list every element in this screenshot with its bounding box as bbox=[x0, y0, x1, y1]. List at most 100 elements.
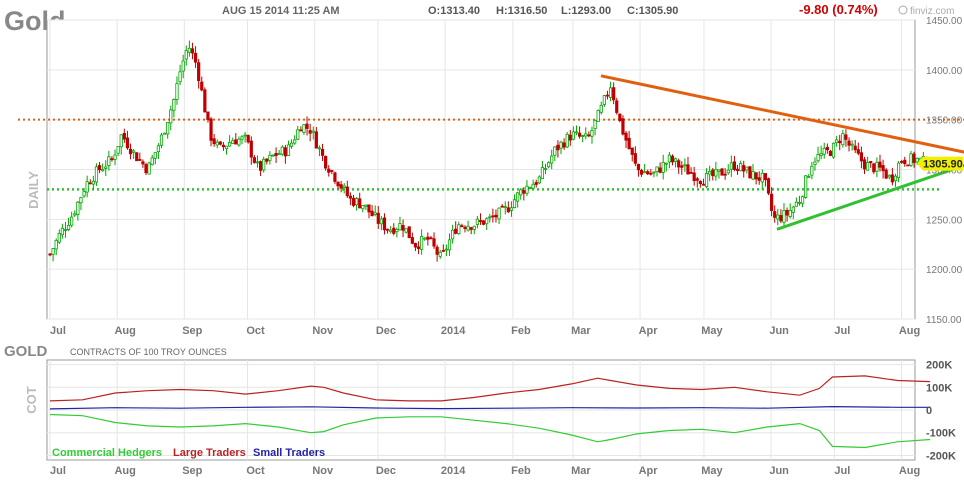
candle-body bbox=[286, 144, 291, 156]
candle-body bbox=[101, 169, 105, 172]
candle-body bbox=[596, 109, 600, 123]
candle-body bbox=[841, 133, 845, 146]
candle-body bbox=[658, 167, 662, 173]
candle-body bbox=[850, 143, 854, 146]
candle-body bbox=[915, 157, 919, 163]
candle-body bbox=[432, 238, 436, 247]
candle-body bbox=[407, 226, 411, 239]
candle-body bbox=[339, 184, 343, 189]
candle-body bbox=[485, 218, 489, 225]
candle-body bbox=[184, 50, 188, 60]
candle-body bbox=[497, 207, 501, 220]
candle-body bbox=[128, 148, 133, 155]
quote-close: C:1305.90 bbox=[627, 5, 678, 17]
candle-body bbox=[605, 94, 610, 97]
candle-body bbox=[398, 223, 402, 231]
candle-body bbox=[797, 202, 802, 204]
cot-y-tick-label: 200K bbox=[926, 360, 952, 372]
cot-y-axis: 200K 100K 0 -100K -200K bbox=[926, 360, 956, 463]
candle-body bbox=[735, 168, 740, 171]
candle-body bbox=[751, 171, 755, 180]
candle-body bbox=[441, 249, 445, 252]
quote-datetime: AUG 15 2014 11:25 AM bbox=[222, 5, 340, 17]
candle-body bbox=[692, 172, 696, 182]
candle-body bbox=[429, 237, 433, 240]
candle-body bbox=[816, 154, 820, 162]
candle-body bbox=[376, 212, 380, 224]
candle-body bbox=[893, 175, 898, 182]
candle-body bbox=[330, 170, 334, 172]
cot-x-axis: Jul Aug Sep Oct Nov Dec 2014 Feb Mar Apr May Jun Jul… bbox=[50, 465, 920, 477]
price-y-axis: 1150.001200.001250.001300.001350.001400.… bbox=[926, 16, 963, 326]
cot-legend-label: Large Traders bbox=[173, 447, 246, 459]
candle-body bbox=[159, 134, 164, 146]
candle-body bbox=[788, 210, 792, 217]
candle-body bbox=[116, 146, 120, 154]
candle-body bbox=[853, 145, 857, 151]
candle-body bbox=[451, 229, 455, 240]
candle-body bbox=[587, 134, 591, 137]
candle-body bbox=[711, 169, 715, 177]
candle-body bbox=[324, 156, 328, 169]
candle-body bbox=[299, 129, 303, 132]
candle-body bbox=[203, 89, 207, 113]
price-x-tick-label: 2014 bbox=[441, 325, 466, 337]
candle-body bbox=[444, 248, 449, 251]
candle-body bbox=[553, 146, 557, 156]
quote-open: O:1313.40 bbox=[428, 5, 480, 17]
candle-body bbox=[416, 246, 421, 249]
candle-body bbox=[420, 235, 424, 250]
candle-body bbox=[667, 154, 672, 163]
candle-body bbox=[677, 160, 681, 168]
candle-body bbox=[249, 140, 253, 158]
candle-body bbox=[664, 162, 668, 165]
candle-body bbox=[342, 185, 346, 188]
candle-body bbox=[819, 153, 823, 156]
price-x-tick-label: Jul bbox=[50, 325, 66, 337]
candle-body bbox=[763, 173, 768, 181]
candle-body bbox=[280, 146, 284, 155]
candle-body bbox=[807, 176, 811, 178]
candle-body bbox=[190, 48, 195, 54]
candle-body bbox=[293, 139, 297, 144]
cot-x-tick-label: Sep bbox=[182, 465, 202, 477]
candle-body bbox=[175, 83, 179, 100]
candle-body bbox=[355, 198, 359, 206]
candle-body bbox=[531, 183, 535, 189]
candle-body bbox=[255, 161, 260, 164]
price-x-tick-label: Aug bbox=[114, 325, 135, 337]
candle-body bbox=[670, 155, 675, 163]
cot-x-tick-label: Apr bbox=[639, 465, 659, 477]
price-y-tick-label: 1200.00 bbox=[926, 265, 963, 276]
candle-body bbox=[881, 165, 885, 172]
candle-body bbox=[364, 204, 368, 207]
candle-body bbox=[395, 229, 399, 233]
candle-body bbox=[466, 225, 470, 231]
cot-title: GOLD bbox=[4, 343, 47, 360]
candle-body bbox=[562, 142, 566, 148]
candle-body bbox=[258, 161, 263, 171]
candle-body bbox=[88, 182, 92, 185]
candle-body bbox=[612, 87, 616, 101]
candle-body bbox=[110, 158, 114, 161]
candle-body bbox=[847, 140, 851, 146]
candle-body bbox=[85, 181, 89, 193]
quote-high: H:1316.50 bbox=[496, 5, 547, 17]
candle-body bbox=[571, 131, 575, 140]
candle-body bbox=[574, 131, 579, 134]
candle-body bbox=[689, 172, 693, 174]
candle-body bbox=[615, 100, 619, 113]
cot-x-tick-label: Jun bbox=[769, 465, 789, 477]
candle-body bbox=[200, 81, 204, 91]
candle-body bbox=[475, 218, 479, 225]
candle-body bbox=[838, 140, 842, 144]
price-x-tick-label: May bbox=[701, 325, 723, 337]
candle-body bbox=[169, 109, 173, 124]
candle-body bbox=[621, 118, 625, 135]
cot-x-tick-label: Jul bbox=[834, 465, 850, 477]
candle-body bbox=[779, 215, 783, 222]
candle-body bbox=[646, 171, 650, 175]
candle-body bbox=[392, 227, 396, 234]
candle-body bbox=[138, 159, 142, 161]
candle-body bbox=[215, 141, 219, 146]
